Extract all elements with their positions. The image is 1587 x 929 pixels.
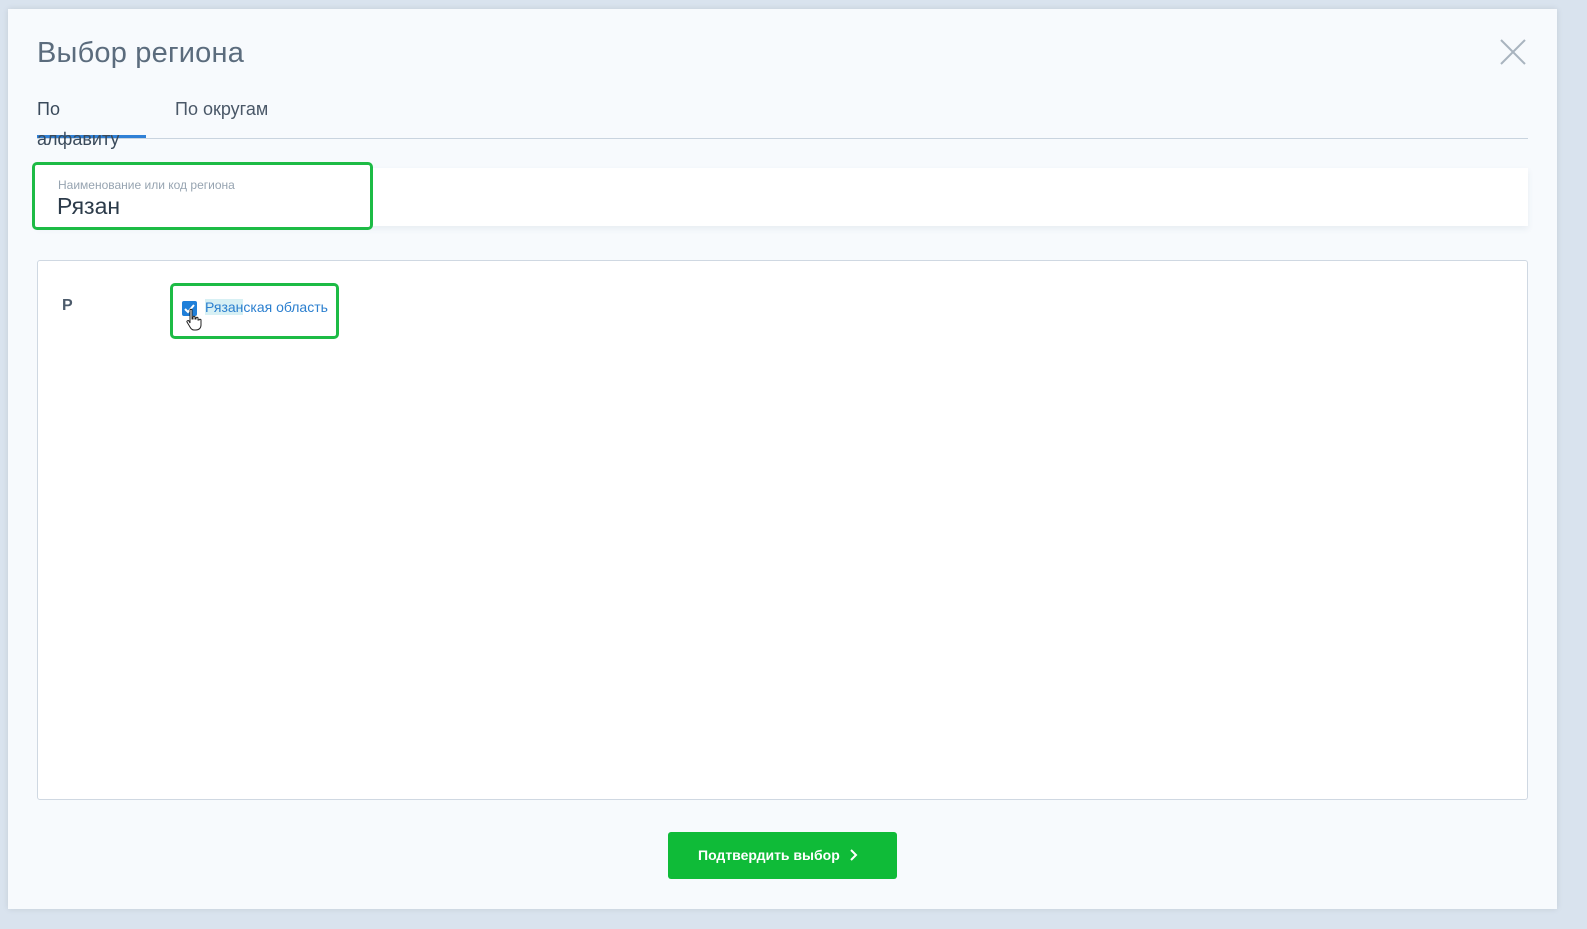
region-select-modal: Выбор региона По алфавиту По округам Наи… (8, 9, 1557, 909)
region-label[interactable]: Рязанская область (205, 299, 328, 315)
region-list: Р Рязанская область (37, 260, 1528, 800)
search-field-label: Наименование или код региона (58, 178, 235, 192)
hand-cursor-icon (185, 308, 203, 332)
search-match-highlight: Рязан (205, 299, 244, 315)
chevron-right-icon (849, 848, 859, 862)
confirm-button-label: Подтвердить выбор (698, 847, 840, 863)
modal-title: Выбор региона (37, 37, 245, 69)
search-bar: Наименование или код региона (32, 162, 1528, 230)
tab-bar: По алфавиту По округам (37, 94, 1528, 149)
region-item-ryazan[interactable]: Рязанская область (170, 283, 339, 339)
tab-districts[interactable]: По округам (175, 94, 268, 138)
search-field[interactable]: Наименование или код региона (32, 162, 373, 230)
tab-alphabet[interactable]: По алфавиту (37, 94, 146, 149)
region-label-rest: ская область (243, 299, 328, 315)
confirm-button[interactable]: Подтвердить выбор (668, 832, 897, 879)
group-letter: Р (62, 297, 73, 314)
search-input[interactable] (57, 193, 337, 220)
close-icon[interactable] (1498, 37, 1528, 67)
